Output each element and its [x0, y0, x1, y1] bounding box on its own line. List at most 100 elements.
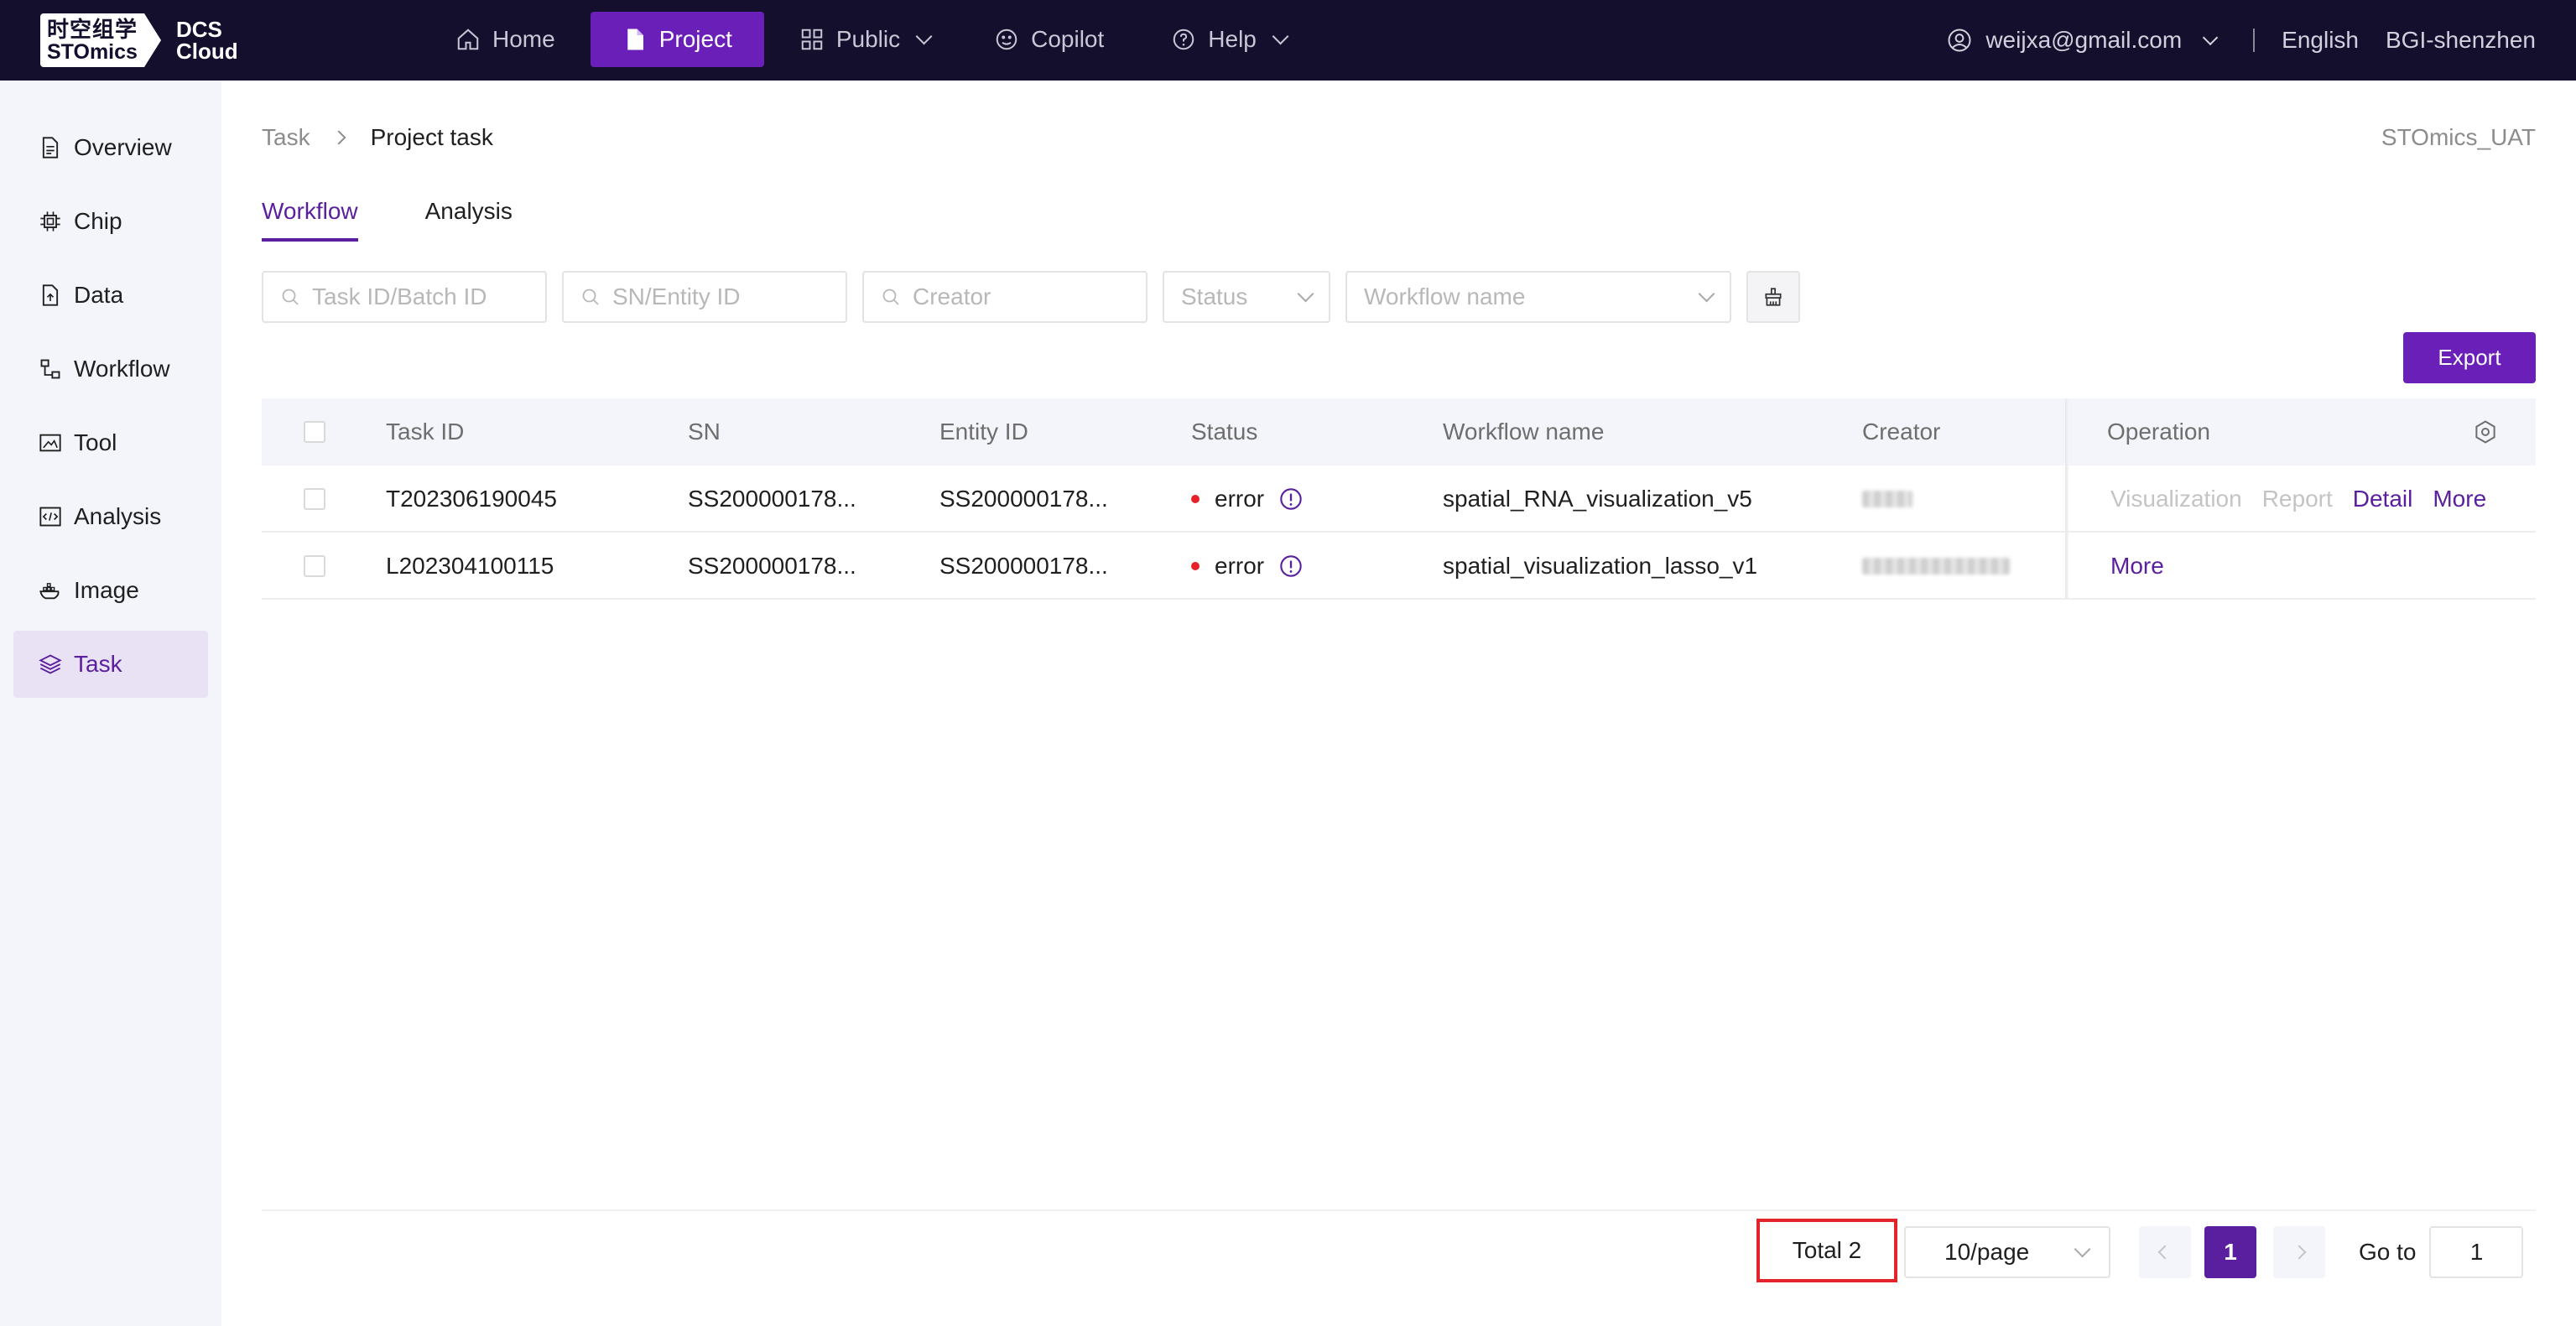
search-icon	[582, 289, 599, 305]
language-switch[interactable]: English	[2282, 27, 2359, 54]
more-link[interactable]: More	[2110, 553, 2164, 580]
nav-copilot[interactable]: Copilot	[962, 12, 1136, 67]
user-email[interactable]: weijxa@gmail.com	[1985, 27, 2182, 54]
next-page-button[interactable]	[2273, 1226, 2325, 1278]
sn-entity-search-input[interactable]: SN/Entity ID	[562, 271, 847, 323]
chevron-left-icon	[2157, 1245, 2173, 1260]
sidebar-item-label: Analysis	[74, 503, 162, 529]
breadcrumb-parent[interactable]: Task	[262, 124, 310, 151]
chevron-down-icon	[1272, 28, 1289, 45]
fixed-column-divider	[2065, 398, 2069, 465]
fixed-column-divider	[2065, 465, 2069, 531]
detail-link[interactable]: Detail	[2353, 486, 2413, 512]
cell-creator	[1862, 465, 1912, 533]
sidebar-item-label: Image	[74, 577, 139, 603]
file-upload-icon	[42, 284, 59, 306]
clear-filters-button[interactable]	[1746, 271, 1800, 323]
header-creator: Creator	[1862, 419, 1941, 445]
logo-en-text: STOmics	[47, 39, 138, 64]
creator-search-input[interactable]: Creator	[862, 271, 1147, 323]
sidebar-item-task[interactable]: Task	[13, 631, 208, 698]
info-icon[interactable]	[1279, 554, 1303, 578]
prev-page-button[interactable]	[2139, 1226, 2191, 1278]
breadcrumb: Task Project task	[262, 124, 493, 151]
header-status: Status	[1191, 419, 1258, 445]
home-icon	[457, 29, 479, 50]
task-id-search-input[interactable]: Task ID/Batch ID	[262, 271, 547, 323]
header-workflow-name: Workflow name	[1443, 419, 1605, 445]
goto-label: Go to	[2359, 1239, 2417, 1265]
status-text: error	[1215, 486, 1265, 512]
divider	[2253, 29, 2256, 52]
cell-operation: More	[2110, 533, 2184, 600]
page-1-button[interactable]: 1	[2204, 1226, 2256, 1278]
chevron-down-icon	[1698, 285, 1715, 303]
sidebar-item-image[interactable]: Image	[13, 557, 208, 624]
nav-public[interactable]: Public	[768, 12, 959, 67]
sidebar-item-tool[interactable]: Tool	[13, 409, 208, 476]
goto-page-input[interactable]: 1	[2429, 1226, 2524, 1278]
info-icon[interactable]	[1279, 487, 1303, 511]
cell-sn: SS200000178...	[688, 553, 856, 579]
sidebar-item-label: Task	[74, 651, 122, 677]
table-header: Task ID SN Entity ID Status Workflow nam…	[262, 398, 2536, 465]
header-entity-id: Entity ID	[939, 419, 1028, 445]
search-icon	[882, 289, 899, 305]
redacted-creator	[1862, 491, 1912, 507]
header-task-id: Task ID	[386, 419, 465, 445]
layers-icon	[39, 654, 62, 674]
copilot-icon	[996, 29, 1017, 50]
sidebar-item-label: Chip	[74, 208, 122, 234]
status-text: error	[1215, 553, 1265, 579]
table-row[interactable]: L202304100115 SS200000178... SS200000178…	[262, 533, 2536, 600]
product-name-line2: Cloud	[176, 39, 238, 64]
broom-icon	[1765, 288, 1782, 306]
sidebar-item-label: Workflow	[74, 356, 170, 382]
sidebar-item-workflow[interactable]: Workflow	[13, 335, 208, 403]
tab-workflow[interactable]: Workflow	[262, 198, 358, 242]
sidebar-item-label: Tool	[74, 429, 117, 455]
sidebar-item-overview[interactable]: Overview	[13, 114, 208, 181]
select-all-checkbox[interactable]	[304, 421, 325, 443]
workflow-icon	[40, 359, 60, 379]
redacted-creator	[1862, 558, 2010, 575]
page-size-select[interactable]: 10/page	[1904, 1226, 2110, 1278]
workflow-name-select[interactable]: Workflow name	[1345, 271, 1731, 323]
brand-logo[interactable]: 时空组学 STOmics DCS Cloud	[40, 13, 238, 67]
org-switch[interactable]: BGI-shenzhen	[2386, 27, 2536, 54]
row-checkbox[interactable]	[304, 555, 325, 577]
placeholder-text: Workflow name	[1364, 283, 1526, 309]
chevron-down-icon[interactable]	[2202, 29, 2219, 45]
more-link[interactable]: More	[2433, 486, 2486, 512]
sidebar-item-analysis[interactable]: Analysis	[13, 483, 208, 550]
nav-help-label: Help	[1208, 26, 1257, 52]
export-button[interactable]: Export	[2403, 332, 2536, 383]
table-row[interactable]: T202306190045 SS200000178... SS200000178…	[262, 465, 2536, 533]
sidebar-item-label: Data	[74, 282, 124, 308]
footer-divider	[262, 1209, 2536, 1211]
search-icon	[282, 289, 299, 305]
status-select[interactable]: Status	[1163, 271, 1330, 323]
total-count: Total 2	[1756, 1219, 1897, 1282]
nav-home[interactable]: Home	[424, 12, 587, 67]
row-checkbox[interactable]	[304, 488, 325, 510]
tab-analysis[interactable]: Analysis	[425, 198, 513, 242]
tool-icon	[39, 434, 61, 452]
logo-mark: 时空组学 STOmics	[40, 13, 144, 67]
goto-page: Go to 1	[2359, 1226, 2524, 1278]
placeholder-text: SN/Entity ID	[612, 283, 741, 309]
cell-task-id: T202306190045	[386, 486, 557, 512]
chevron-down-icon	[915, 28, 933, 45]
settings-icon[interactable]	[2473, 419, 2498, 445]
report-link: Report	[2261, 486, 2333, 512]
sidebar-item-chip[interactable]: Chip	[13, 188, 208, 255]
cell-status: error	[1191, 465, 1303, 533]
cell-task-id: L202304100115	[386, 553, 554, 579]
main-nav: Home Project Public Copilot Help	[424, 12, 1319, 67]
fixed-column-divider	[2065, 533, 2069, 598]
nav-help[interactable]: Help	[1139, 12, 1315, 67]
chip-icon	[40, 211, 60, 231]
nav-project[interactable]: Project	[590, 12, 764, 67]
nav-copilot-label: Copilot	[1031, 26, 1105, 52]
sidebar-item-data[interactable]: Data	[13, 262, 208, 329]
